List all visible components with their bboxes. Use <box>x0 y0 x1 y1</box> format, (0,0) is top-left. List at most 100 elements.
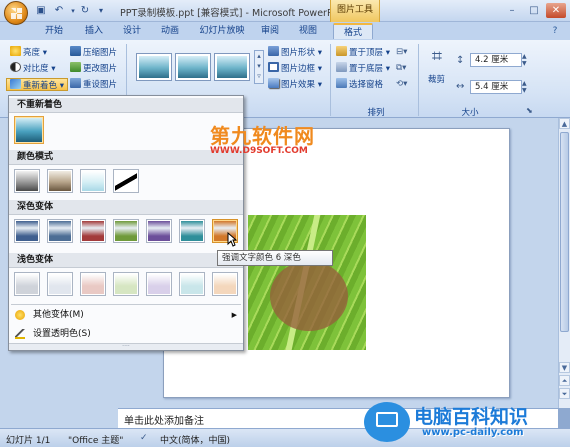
width-icon: ↔ <box>456 81 465 92</box>
help-icon[interactable]: ? <box>548 23 562 39</box>
color-modes-heading: 颜色模式 <box>9 150 243 165</box>
rotate-icon[interactable]: ⟲▾ <box>396 78 407 91</box>
black-white-swatch[interactable] <box>113 169 139 193</box>
bring-to-front-button[interactable]: 置于顶层 ▾ <box>336 46 390 59</box>
light-variation-swatch[interactable] <box>14 272 40 296</box>
dark-variation-swatch[interactable] <box>113 219 139 243</box>
picture-shape-icon <box>268 46 279 56</box>
customize-qat-icon[interactable]: ▾ <box>94 4 108 18</box>
tab-insert[interactable]: 插入 <box>80 23 108 39</box>
color-palette-icon <box>15 310 25 320</box>
dark-variation-swatch[interactable] <box>80 219 106 243</box>
redo-icon[interactable]: ↻ <box>78 4 92 18</box>
picture-effects-button[interactable]: 图片效果 ▾ <box>268 78 322 91</box>
recolor-dropdown: 不重新着色 颜色模式 深色变体 浅色变体 其他变体(M) ▶ 设置透明色(S) ·… <box>8 95 244 351</box>
site-watermark-bottom: 电脑百科知识 www.pc-daily.com <box>360 398 570 447</box>
height-input[interactable]: 4.2 厘米 <box>470 53 522 67</box>
styles-gallery-scroll[interactable]: ▴ ▾ ▿ <box>254 50 264 84</box>
width-input[interactable]: 5.4 厘米 <box>470 80 522 94</box>
vertical-scrollbar[interactable]: ▲ ▼ ⏶ ⏷ <box>558 118 570 408</box>
bring-front-icon <box>336 46 347 56</box>
minimize-button[interactable]: – <box>502 3 522 18</box>
tab-animation[interactable]: 动画 <box>156 23 184 39</box>
dark-variation-swatch[interactable] <box>179 219 205 243</box>
light-variation-swatch[interactable] <box>80 272 106 296</box>
washout-swatch[interactable] <box>80 169 106 193</box>
scroll-thumb[interactable] <box>560 132 569 332</box>
scroll-down-icon[interactable]: ▼ <box>559 362 570 373</box>
selection-pane-button[interactable]: 选择窗格 <box>336 78 383 91</box>
light-variation-swatch[interactable] <box>113 272 139 296</box>
align-icon[interactable]: ⊟▾ <box>396 46 407 59</box>
tab-home[interactable]: 开始 <box>40 23 68 39</box>
tab-view[interactable]: 视图 <box>294 23 322 39</box>
recolor-icon <box>10 79 21 89</box>
dark-variation-swatch[interactable] <box>146 219 172 243</box>
light-variation-swatch[interactable] <box>212 272 238 296</box>
site-watermark-top: 第九软件网 WWW.D9SOFT.COM <box>210 126 315 156</box>
compress-pictures-button[interactable]: 压缩图片 <box>70 46 117 59</box>
scroll-up-icon[interactable]: ▲ <box>559 118 570 129</box>
picture-style-thumb[interactable] <box>136 53 172 81</box>
window-title: PPT录制模板.ppt [兼容模式] - Microsoft PowerP... <box>120 8 341 19</box>
height-spinner[interactable]: ▲ ▼ <box>522 53 530 67</box>
no-recolor-heading: 不重新着色 <box>9 98 243 113</box>
reset-picture-icon <box>70 78 81 88</box>
watermark-bottom-title: 电脑百科知识 <box>414 406 529 428</box>
contrast-button[interactable]: 对比度 ▾ <box>10 62 55 75</box>
change-picture-icon <box>70 62 81 72</box>
eyedropper-icon <box>15 329 25 339</box>
language: 中文(简体，中国) <box>160 436 231 446</box>
dark-variations-heading: 深色变体 <box>9 200 243 215</box>
size-dialog-launcher-icon[interactable]: ⬊ <box>526 106 533 115</box>
send-back-icon <box>336 62 347 72</box>
light-variations-heading: 浅色变体 <box>9 253 243 268</box>
more-variations-item[interactable]: 其他变体(M) ▶ <box>11 307 241 324</box>
watermark-top-url: WWW.D9SOFT.COM <box>210 146 308 156</box>
crop-button-label[interactable]: 裁剪 <box>428 74 445 87</box>
brightness-icon <box>10 46 21 56</box>
picture-border-icon <box>268 62 279 72</box>
light-variation-swatch[interactable] <box>179 272 205 296</box>
undo-icon[interactable]: ↶ <box>52 4 66 18</box>
grayscale-swatch[interactable] <box>14 169 40 193</box>
picture-shape-button[interactable]: 图片形状 ▾ <box>268 46 322 59</box>
leaf-picture[interactable] <box>248 215 366 350</box>
group-divider <box>418 44 419 116</box>
save-icon[interactable]: ▣ <box>34 4 48 18</box>
picture-style-thumb[interactable] <box>214 53 250 81</box>
brightness-button[interactable]: 亮度 ▾ <box>10 46 47 59</box>
office-logo-icon <box>11 8 22 19</box>
tab-format[interactable]: 格式 <box>333 23 373 39</box>
close-button[interactable]: ✕ <box>546 3 566 18</box>
dark-variation-swatch[interactable] <box>47 219 73 243</box>
light-variation-swatch[interactable] <box>146 272 172 296</box>
set-transparent-color-item[interactable]: 设置透明色(S) <box>11 326 241 343</box>
crop-icon[interactable]: ⌗ <box>426 46 448 72</box>
slides-panel-edge <box>0 408 118 428</box>
notes-placeholder: 单击此处添加备注 <box>124 416 204 427</box>
width-spinner[interactable]: ▲ ▼ <box>522 80 530 94</box>
group-divider <box>330 44 331 116</box>
light-variation-swatch[interactable] <box>47 272 73 296</box>
reset-picture-button[interactable]: 重设图片 <box>70 78 117 91</box>
send-to-back-button[interactable]: 置于底层 ▾ <box>336 62 390 75</box>
tab-review[interactable]: 审阅 <box>256 23 284 39</box>
maximize-button[interactable]: □ <box>524 3 544 18</box>
contrast-icon <box>10 62 21 72</box>
change-picture-button[interactable]: 更改图片 <box>70 62 117 75</box>
spellcheck-icon[interactable]: ✓ <box>140 433 148 443</box>
sepia-swatch[interactable] <box>47 169 73 193</box>
previous-slide-icon[interactable]: ⏶ <box>559 375 570 386</box>
office-button[interactable] <box>4 1 28 25</box>
tab-slideshow[interactable]: 幻灯片放映 <box>196 23 248 39</box>
picture-tools-context-tab: 图片工具 <box>330 0 380 22</box>
tab-design[interactable]: 设计 <box>118 23 146 39</box>
picture-border-button[interactable]: 图片边框 ▾ <box>268 62 322 75</box>
dark-variation-swatch[interactable] <box>14 219 40 243</box>
recolor-button[interactable]: 重新着色 ▾ <box>6 78 68 91</box>
picture-style-thumb[interactable] <box>175 53 211 81</box>
no-recolor-swatch[interactable] <box>14 116 44 144</box>
group-icon[interactable]: ⧉▾ <box>396 62 406 75</box>
resize-grip-icon[interactable]: ···· <box>9 343 243 350</box>
